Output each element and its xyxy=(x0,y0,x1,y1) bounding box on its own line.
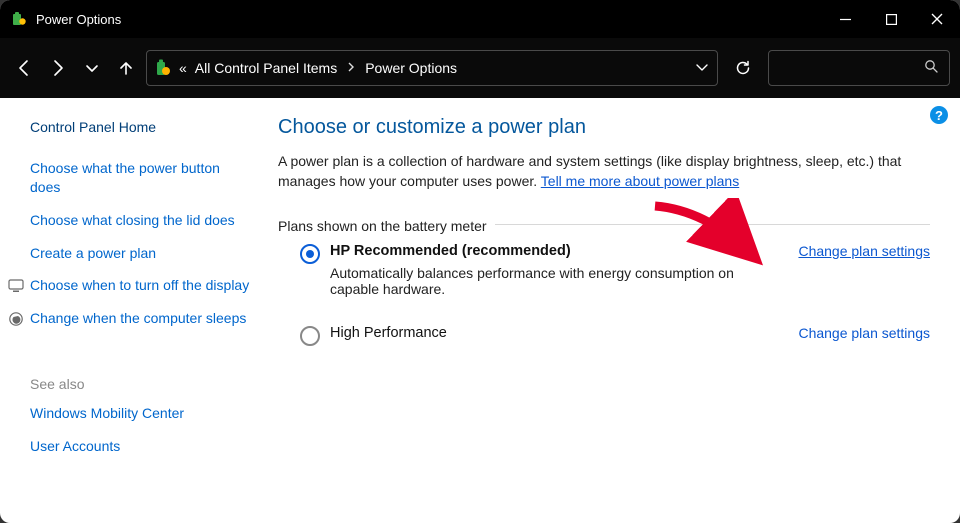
forward-button[interactable] xyxy=(44,54,72,82)
address-dropdown-button[interactable] xyxy=(695,60,709,77)
help-icon[interactable]: ? xyxy=(930,106,948,124)
minimize-button[interactable] xyxy=(822,0,868,38)
plans-list: HP Recommended (recommended) Automatical… xyxy=(278,225,930,346)
breadcrumb-item-all-control-panel[interactable]: All Control Panel Items xyxy=(195,60,337,76)
display-off-icon xyxy=(8,278,24,294)
plan-name-hp-recommended[interactable]: HP Recommended (recommended) xyxy=(330,243,778,259)
maximize-button[interactable] xyxy=(868,0,914,38)
control-panel-home-link[interactable]: Control Panel Home xyxy=(30,118,250,137)
refresh-button[interactable] xyxy=(724,51,762,85)
see-also-mobility-center[interactable]: Windows Mobility Center xyxy=(30,404,250,423)
see-also-user-accounts[interactable]: User Accounts xyxy=(30,437,250,456)
plan-row-hp-recommended: HP Recommended (recommended) Automatical… xyxy=(300,243,930,317)
title-bar: Power Options xyxy=(0,0,960,38)
plan-row-high-performance: High Performance Change plan settings xyxy=(300,325,930,346)
plans-group-label: Plans shown on the battery meter xyxy=(278,218,495,234)
page-heading: Choose or customize a power plan xyxy=(278,116,930,139)
intro-text: A power plan is a collection of hardware… xyxy=(278,151,930,192)
change-plan-settings-hp[interactable]: Change plan settings xyxy=(798,243,930,259)
plan-name-high-performance[interactable]: High Performance xyxy=(330,325,778,341)
sidebar-link-closing-lid[interactable]: Choose what closing the lid does xyxy=(30,211,250,230)
content-area: Control Panel Home Choose what the power… xyxy=(0,98,960,523)
tell-me-more-link[interactable]: Tell me more about power plans xyxy=(541,173,739,189)
back-button[interactable] xyxy=(10,54,38,82)
search-icon xyxy=(924,59,939,77)
app-icon xyxy=(12,12,26,26)
up-button[interactable] xyxy=(112,54,140,82)
main-panel: ? Choose or customize a power plan A pow… xyxy=(260,98,960,523)
sidebar-link-sleep[interactable]: Change when the computer sleeps xyxy=(30,309,246,328)
sleep-icon xyxy=(8,311,24,327)
plan-desc-hp-recommended: Automatically balances performance with … xyxy=(330,265,778,297)
radio-high-performance[interactable] xyxy=(300,326,320,346)
sidebar-link-power-button[interactable]: Choose what the power button does xyxy=(30,159,250,197)
chevron-right-icon xyxy=(345,62,357,75)
change-plan-settings-high-perf[interactable]: Change plan settings xyxy=(798,325,930,341)
breadcrumb-item-power-options[interactable]: Power Options xyxy=(365,60,457,76)
search-box[interactable] xyxy=(768,50,950,86)
breadcrumb-guillemets: « xyxy=(179,60,187,76)
window-title: Power Options xyxy=(36,12,121,27)
close-button[interactable] xyxy=(914,0,960,38)
window-root: Power Options « All Contr xyxy=(0,0,960,523)
recent-locations-button[interactable] xyxy=(78,54,106,82)
see-also-label: See also xyxy=(30,376,250,392)
address-bar[interactable]: « All Control Panel Items Power Options xyxy=(146,50,718,86)
nav-toolbar: « All Control Panel Items Power Options xyxy=(0,38,960,98)
sidebar: Control Panel Home Choose what the power… xyxy=(0,98,260,523)
sidebar-link-display-off[interactable]: Choose when to turn off the display xyxy=(30,276,249,295)
power-options-icon xyxy=(155,59,171,77)
radio-hp-recommended[interactable] xyxy=(300,244,320,264)
sidebar-link-create-plan[interactable]: Create a power plan xyxy=(30,244,250,263)
